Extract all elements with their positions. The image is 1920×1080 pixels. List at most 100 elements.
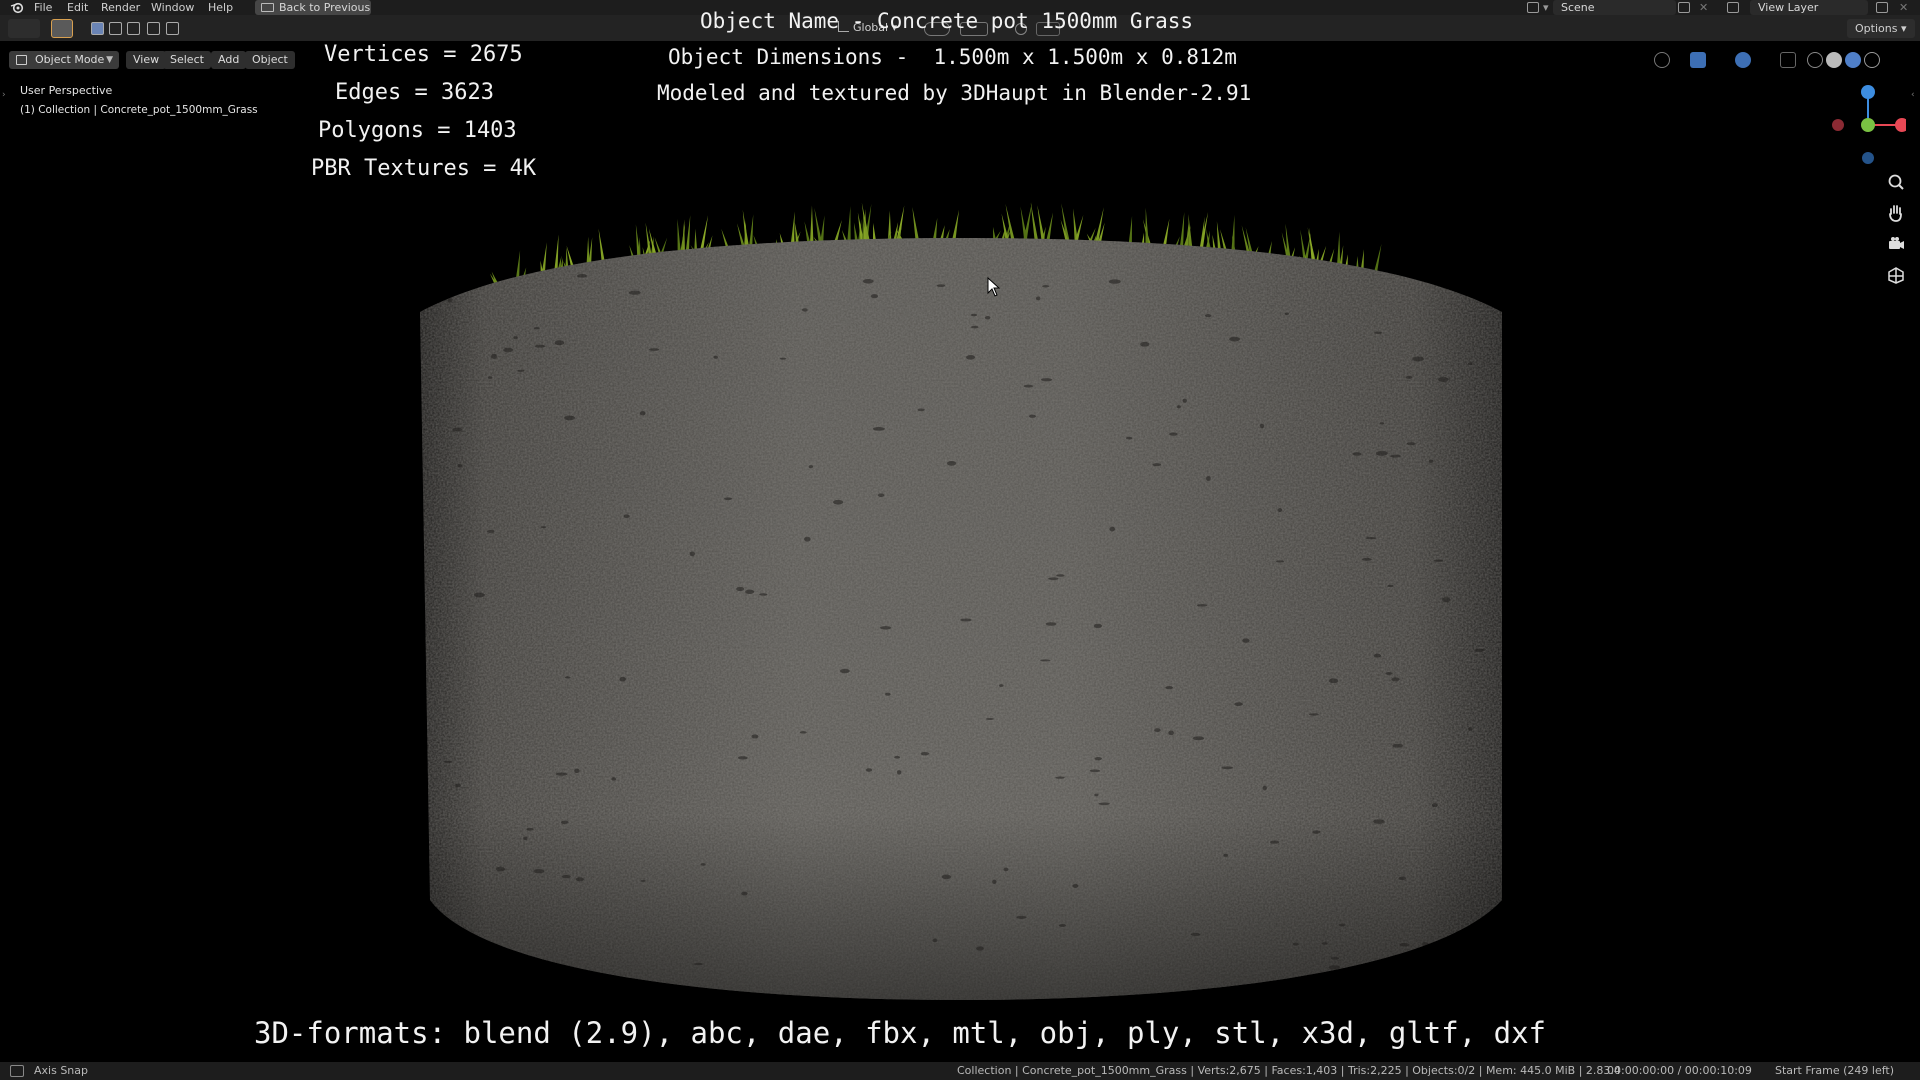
concrete-pit	[1056, 574, 1065, 577]
concrete-pit	[1098, 802, 1110, 806]
edges-count-text: Edges = 3623	[335, 80, 494, 105]
scene-dropdown-caret-icon[interactable]: ▾	[1543, 0, 1549, 15]
concrete-pit	[1392, 743, 1404, 748]
view-layer-name-field[interactable]: View Layer	[1750, 0, 1868, 15]
select-cursor-icon[interactable]	[51, 19, 73, 38]
menu-render[interactable]: Render	[97, 0, 144, 15]
concrete-pit	[1205, 314, 1212, 318]
concrete-pit	[1431, 803, 1438, 808]
concrete-pit	[1373, 819, 1385, 824]
visibility-icon[interactable]	[1654, 52, 1670, 68]
toolbar-expand-icon[interactable]: ›	[2, 90, 6, 100]
new-view-layer-icon[interactable]	[1876, 2, 1888, 13]
frame-info-text: Start Frame (249 left)	[1775, 1064, 1895, 1077]
menu-window[interactable]: Window	[147, 0, 198, 15]
concrete-pit	[741, 891, 748, 896]
concrete-pit	[1259, 423, 1265, 429]
concrete-pit	[1089, 769, 1101, 773]
viewport-menu-add[interactable]: Add	[211, 51, 247, 69]
object-dimensions-text: Object Dimensions - 1.500m x 1.500m x 0.…	[668, 45, 1237, 69]
hand-pan-icon[interactable]	[1884, 201, 1908, 225]
options-dropdown[interactable]: Options ▾	[1847, 19, 1915, 38]
concrete-pit	[1467, 362, 1473, 366]
concrete-pit	[1375, 450, 1388, 456]
object-mode-dropdown[interactable]: Object Mode ▼	[9, 51, 119, 69]
concrete-pit	[1277, 508, 1283, 513]
view-perspective-label: User Perspective	[20, 84, 113, 97]
viewport-menu-view[interactable]: View	[126, 51, 167, 69]
menu-file[interactable]: File	[30, 0, 56, 15]
concrete-pit	[1192, 736, 1205, 741]
concrete-pit	[1040, 659, 1051, 662]
new-scene-icon[interactable]	[1678, 2, 1690, 13]
neg-z-axis-handle[interactable]	[1862, 152, 1874, 164]
concrete-pit	[999, 684, 1004, 687]
concrete-pit	[992, 879, 997, 884]
concrete-pit	[623, 514, 630, 519]
vertices-count-text: Vertices = 2675	[324, 42, 523, 67]
concrete-pit	[1108, 279, 1121, 284]
view-layer-browse-icon[interactable]	[1727, 2, 1739, 13]
concrete-pit	[1406, 442, 1416, 446]
y-axis-handle[interactable]	[1861, 118, 1875, 132]
concrete-pit	[1387, 584, 1394, 588]
viewport-menu-select[interactable]: Select	[163, 51, 211, 69]
concrete-pit	[533, 869, 545, 874]
box-select-icon[interactable]	[91, 22, 104, 35]
viewport-3d-scene[interactable]	[0, 0, 1920, 1080]
concrete-pit	[1379, 422, 1385, 425]
z-axis-handle[interactable]	[1861, 85, 1875, 99]
zoom-icon[interactable]	[1884, 170, 1908, 194]
concrete-pit	[640, 879, 646, 882]
concrete-pit	[1338, 923, 1346, 927]
x-axis-handle[interactable]	[1895, 118, 1906, 132]
gizmo-toggle-icon[interactable]	[1690, 52, 1706, 68]
concrete-pit	[1126, 436, 1133, 440]
concrete-pit	[564, 415, 575, 421]
select-intersect-icon[interactable]	[166, 22, 179, 35]
concrete-pit	[985, 717, 995, 720]
concrete-pit	[779, 357, 787, 360]
concrete-pit	[1385, 672, 1393, 675]
menu-edit[interactable]: Edit	[63, 0, 92, 15]
concrete-pit	[801, 308, 808, 312]
credits-text: Modeled and textured by 3DHaupt in Blend…	[657, 81, 1252, 105]
concrete-pit	[1352, 452, 1362, 456]
xray-toggle-icon[interactable]	[1780, 52, 1796, 68]
back-to-previous-button[interactable]: Back to Previous	[255, 0, 371, 15]
select-extend-icon[interactable]	[109, 22, 122, 35]
delete-scene-icon[interactable]: ✕	[1699, 0, 1708, 15]
neg-x-axis-handle[interactable]	[1832, 119, 1844, 131]
concrete-pit	[1276, 560, 1285, 563]
scene-statistics-text: Collection | Concrete_pot_1500mm_Grass |…	[957, 1064, 1621, 1077]
solid-shading-icon[interactable]	[1826, 52, 1842, 68]
material-preview-shading-icon[interactable]	[1845, 52, 1861, 68]
editor-type-button[interactable]	[8, 19, 40, 38]
concrete-pit	[1223, 853, 1229, 857]
cursor-arrow-icon	[987, 277, 1001, 297]
concrete-pit	[700, 863, 706, 866]
blender-logo-icon[interactable]	[10, 1, 24, 14]
wireframe-shading-icon[interactable]	[1807, 52, 1823, 68]
concrete-pit	[523, 836, 528, 841]
concrete-pit	[1284, 312, 1289, 315]
delete-view-layer-icon[interactable]: ✕	[1899, 0, 1908, 15]
status-bar: Axis Snap Collection | Concrete_pot_1500…	[0, 1062, 1920, 1080]
concrete-pit	[1405, 375, 1413, 379]
scene-name-field[interactable]: Scene	[1553, 0, 1676, 15]
select-invert-icon[interactable]	[147, 22, 160, 35]
sidebar-expand-icon[interactable]: ‹	[1911, 90, 1915, 100]
concrete-pot[interactable]	[400, 230, 1520, 1010]
scene-browse-icon[interactable]	[1527, 2, 1539, 13]
select-subtract-icon[interactable]	[127, 22, 140, 35]
menu-help[interactable]: Help	[204, 0, 237, 15]
axis-gizmo[interactable]	[1826, 80, 1906, 170]
rendered-shading-icon[interactable]	[1864, 52, 1880, 68]
camera-icon[interactable]	[1884, 232, 1908, 256]
viewport-menu-object[interactable]: Object	[245, 51, 295, 69]
concrete-pit	[1474, 648, 1485, 652]
concrete-pit	[1035, 296, 1041, 301]
options-label: Options	[1855, 22, 1898, 35]
overlays-toggle-icon[interactable]	[1735, 52, 1751, 68]
grid-icon[interactable]	[1884, 263, 1908, 287]
